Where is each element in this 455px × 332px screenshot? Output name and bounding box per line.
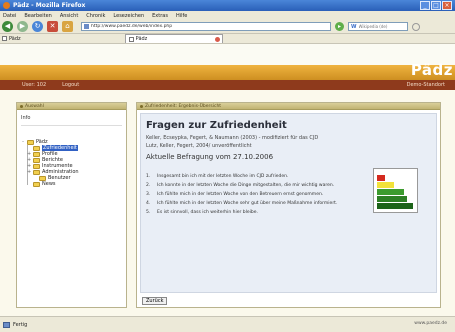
status-bar: Fertig www.paedz.de: [0, 316, 455, 332]
question-item: 2. Ich konnte in der letzten Woche die Di…: [146, 181, 337, 190]
location-link[interactable]: Demo-Standort: [407, 82, 445, 88]
menu-ansicht[interactable]: Ansicht: [60, 13, 78, 19]
tab-favicon-icon: [128, 36, 134, 42]
search-input[interactable]: [358, 24, 403, 29]
status-text: Fertig: [13, 321, 28, 328]
rating-bar: [377, 182, 394, 188]
menu-chronik[interactable]: Chronik: [86, 13, 105, 19]
folder-icon: [33, 169, 40, 175]
tab-label: Pädz: [135, 36, 148, 42]
question-item: 3. Ich fühlte mich in der letzten Woche v…: [146, 190, 337, 199]
question-number: 5.: [146, 210, 151, 215]
logout-link[interactable]: Logout: [62, 82, 79, 88]
tab-close-icon[interactable]: [214, 37, 220, 42]
content-area: Auswahl Info - Pädz Zufriedenheit + Prof…: [0, 90, 455, 316]
question-text: Insgesamt bin ich mit der letzten Woche …: [157, 174, 289, 179]
folder-icon: [39, 175, 46, 181]
folder-icon: [33, 145, 40, 151]
folder-icon: [33, 157, 40, 163]
navigation-toolbar: ◀ ▶ ↻ ✕ ⌂ ▸ W: [0, 20, 455, 34]
url-input[interactable]: [91, 24, 311, 29]
citation-line-1: Keller, Ecseypka, Fegert, & Naumann (200…: [146, 135, 319, 141]
window-titlebar: Pädz - Mozilla Firefox _ □ ×: [0, 0, 455, 11]
question-item: 4. Ich fühlte mich in der letzten Woche s…: [146, 199, 337, 208]
question-text: Ich konnte in der letzten Woche die Ding…: [157, 183, 335, 188]
rating-bar: [377, 203, 413, 209]
search-box[interactable]: W: [348, 22, 408, 31]
question-text: Ich fühlte mich in der letzten Woche seh…: [157, 201, 338, 206]
minimize-button[interactable]: _: [420, 1, 430, 10]
reload-icon[interactable]: ↻: [32, 21, 43, 32]
info-label: Info: [21, 115, 31, 121]
folder-icon: [27, 139, 34, 145]
bookmark-label: Pädz: [9, 35, 21, 42]
menu-hilfe[interactable]: Hilfe: [176, 13, 187, 19]
search-icon[interactable]: [412, 22, 420, 31]
maximize-button[interactable]: □: [431, 1, 441, 10]
rating-bar: [377, 196, 407, 202]
divider: [21, 125, 122, 126]
panel-bullet-icon: [140, 104, 143, 108]
brand-logo: Pädz: [410, 61, 453, 79]
firefox-icon: [3, 2, 10, 9]
search-engine-icon[interactable]: W: [351, 24, 357, 30]
forward-arrow-icon[interactable]: ▶: [17, 21, 28, 32]
selection-panel-header: Auswahl: [17, 103, 126, 110]
folder-icon: [33, 151, 40, 157]
menu-extras[interactable]: Extras: [152, 13, 168, 19]
satisfaction-rating-chart: [373, 168, 418, 213]
navigation-tree: - Pädz Zufriedenheit + Profile + Bericht…: [21, 139, 79, 187]
back-arrow-icon[interactable]: ◀: [2, 21, 13, 32]
panel-bullet-icon: [20, 104, 23, 108]
question-item: 1. Insgesamt bin ich mit der letzten Woch…: [146, 172, 337, 181]
window-title: Pädz - Mozilla Firefox: [13, 2, 86, 9]
menu-bar: Datei Bearbeiten Ansicht Chronik Lesezei…: [0, 11, 455, 20]
rating-bar: [377, 175, 385, 181]
status-domain: www.paedz.de: [414, 321, 447, 326]
tree-node-label: News: [42, 181, 56, 187]
rating-bar: [377, 189, 404, 195]
question-number: 3.: [146, 192, 151, 197]
question-text: Es ist sinnvoll, dass ich weiterhin hier…: [157, 210, 258, 215]
user-link[interactable]: User: 102: [22, 82, 46, 88]
citation-line-2: Lutz, Keller, Fegert, 2004/ unveröffentl…: [146, 143, 252, 149]
question-list: 1. Insgesamt bin ich mit der letzten Woch…: [146, 172, 337, 217]
address-bar[interactable]: [81, 22, 331, 31]
question-text: Ich fühlte mich in der letzten Woche von…: [157, 192, 324, 197]
results-panel-header: Zufriedenheit: Ergebnis-Übersicht: [137, 103, 440, 110]
tree-node-news[interactable]: News: [21, 181, 79, 187]
survey-content: Fragen zur Zufriedenheit Keller, Ecseypk…: [140, 113, 437, 293]
results-panel-title: Zufriedenheit: Ergebnis-Übersicht: [145, 103, 222, 109]
bookmark-item[interactable]: Pädz: [2, 36, 21, 42]
user-bar: User: 102 Logout Demo-Standort: [0, 80, 455, 90]
go-button[interactable]: ▸: [335, 22, 344, 31]
close-button[interactable]: ×: [442, 1, 452, 10]
results-panel: Zufriedenheit: Ergebnis-Übersicht Fragen…: [136, 102, 441, 308]
folder-icon: [33, 163, 40, 169]
home-icon[interactable]: ⌂: [62, 21, 73, 32]
selection-panel-title: Auswahl: [25, 103, 44, 109]
menu-bearbeiten[interactable]: Bearbeiten: [24, 13, 51, 19]
menu-datei[interactable]: Datei: [3, 13, 16, 19]
page-title: Fragen zur Zufriedenheit: [146, 120, 287, 131]
question-number: 2.: [146, 183, 151, 188]
folder-icon: [33, 181, 40, 187]
selection-panel: Auswahl Info - Pädz Zufriedenheit + Prof…: [16, 102, 127, 308]
survey-date-heading: Aktuelle Befragung vom 27.10.2006: [146, 153, 274, 161]
back-button[interactable]: Zurück: [142, 297, 168, 305]
app-header: Pädz: [0, 44, 455, 82]
site-favicon-icon: [84, 24, 89, 29]
citation: Keller, Ecseypka, Fegert, & Naumann (200…: [146, 134, 376, 150]
status-icon: [3, 321, 10, 328]
bookmark-icon: [2, 36, 7, 41]
question-item: 5. Es ist sinnvoll, dass ich weiterhin hi…: [146, 208, 337, 217]
question-number: 4.: [146, 201, 151, 206]
bookmarks-toolbar: Pädz Pädz: [0, 34, 455, 44]
menu-lesezeichen[interactable]: Lesezeichen: [113, 13, 144, 19]
browser-tab[interactable]: Pädz: [124, 34, 223, 43]
stop-icon[interactable]: ✕: [47, 21, 58, 32]
question-number: 1.: [146, 174, 151, 179]
